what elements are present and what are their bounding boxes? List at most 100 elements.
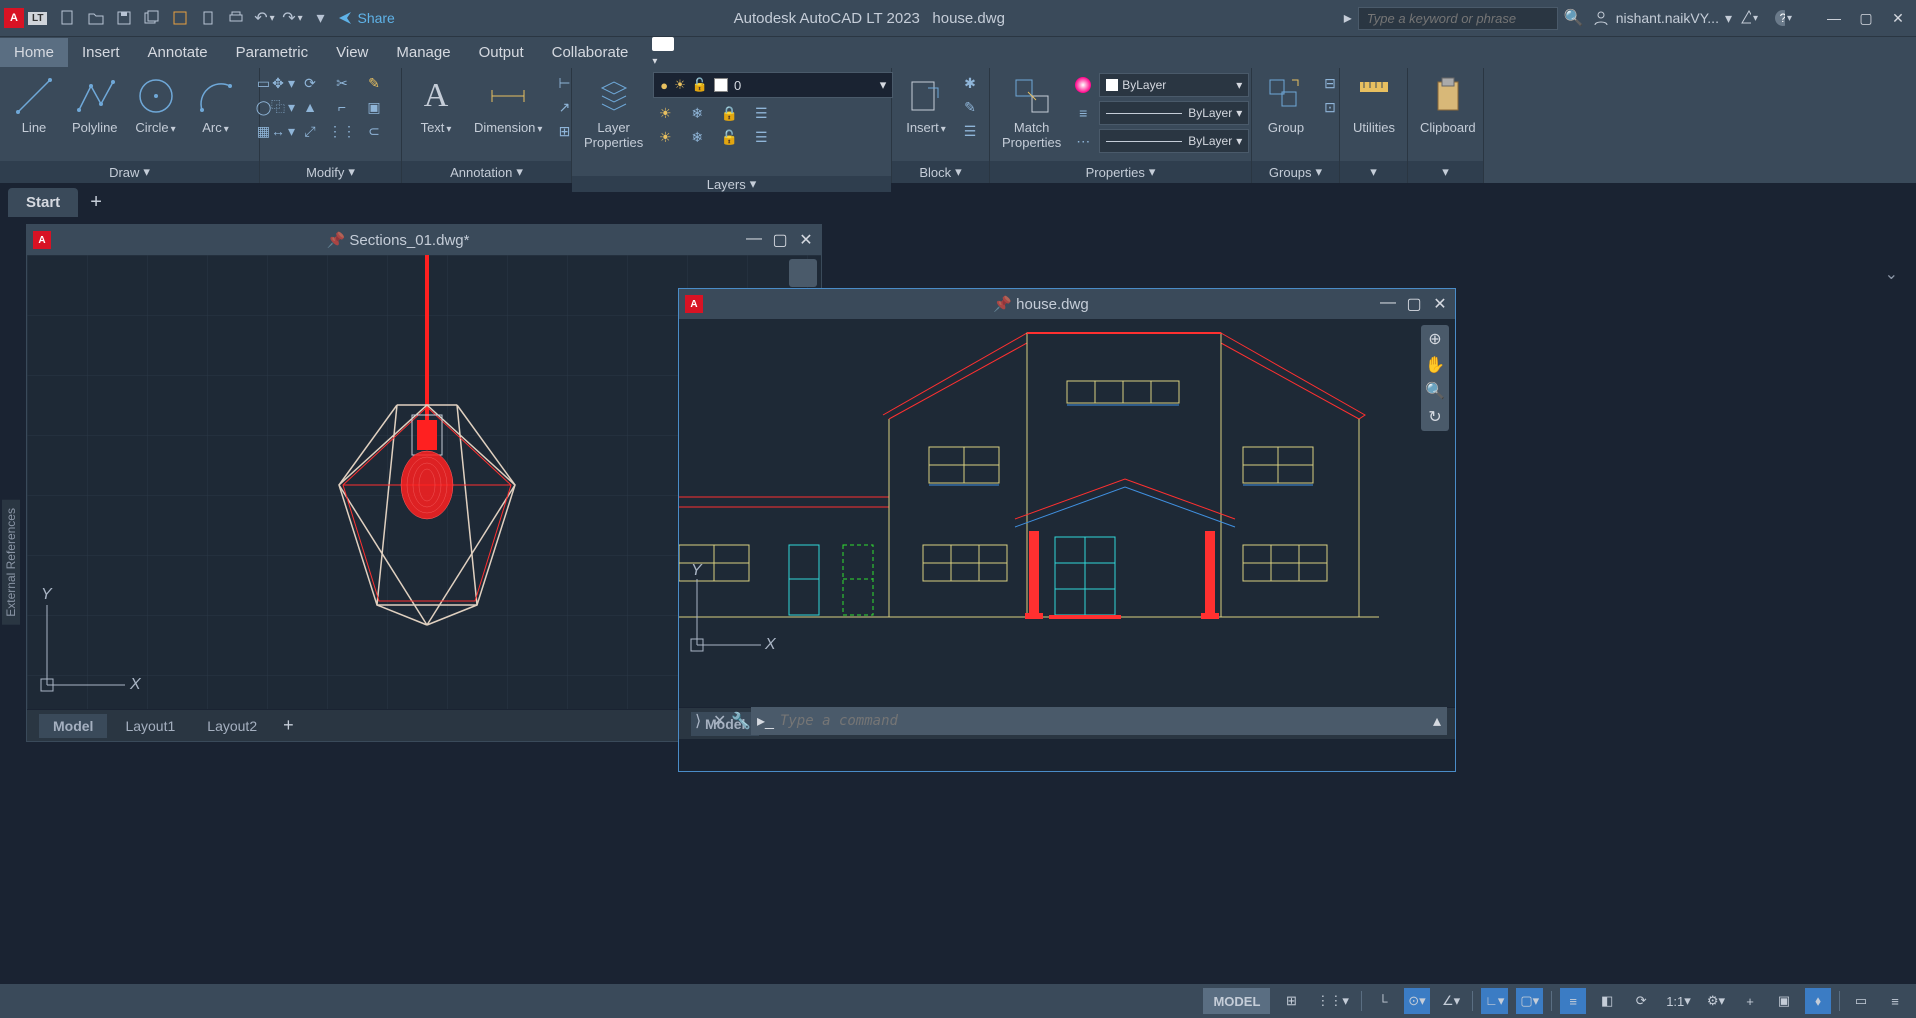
minimize-button[interactable]: —	[1820, 8, 1848, 28]
panel-title-annotation[interactable]: Annotation▾	[402, 161, 571, 183]
ungroup-icon[interactable]: ⊟	[1318, 72, 1342, 94]
status-gear-icon[interactable]: ⚙▾	[1703, 988, 1729, 1014]
status-transparency-icon[interactable]: ◧	[1594, 988, 1620, 1014]
lineweight-dropdown[interactable]: ByLayer▾	[1099, 101, 1249, 125]
status-polar-icon[interactable]: ⊙▾	[1404, 988, 1430, 1014]
command-line[interactable]: ⟩ ✕ 🔧 ▸_ ▴	[751, 707, 1447, 735]
tab-insert[interactable]: Insert	[68, 38, 134, 67]
status-otrack-icon[interactable]: ▢▾	[1516, 988, 1543, 1014]
status-ortho-icon[interactable]: └	[1370, 988, 1396, 1014]
layer-dropdown[interactable]: ● ☀ 🔓 0 ▾	[653, 72, 893, 98]
lineweight-icon[interactable]: ≡	[1071, 102, 1095, 124]
status-lwt-icon[interactable]: ≡	[1560, 988, 1586, 1014]
color-dropdown[interactable]: ByLayer▾	[1099, 73, 1249, 97]
tab-parametric[interactable]: Parametric	[222, 38, 323, 67]
tab-output[interactable]: Output	[465, 38, 538, 67]
command-input[interactable]	[780, 713, 1427, 729]
layer-unlock-icon[interactable]: 🔓	[717, 126, 741, 148]
search-input[interactable]	[1358, 7, 1558, 30]
color-wheel-icon[interactable]	[1071, 74, 1095, 96]
tab-featured[interactable]: ▾	[642, 33, 684, 72]
undo-icon[interactable]: ↶	[255, 9, 273, 27]
doc-max-button[interactable]: ▢	[771, 230, 789, 250]
layout-tab-layout1[interactable]: Layout1	[111, 714, 189, 738]
status-clean-icon[interactable]: ▭	[1848, 988, 1874, 1014]
panel-title-utilities[interactable]: ▾	[1340, 161, 1407, 183]
doc-max-button[interactable]: ▢	[1405, 294, 1423, 314]
mirror-icon[interactable]: ▲	[298, 96, 322, 118]
layer-off-icon[interactable]: ☀	[653, 102, 677, 124]
panel-title-block[interactable]: Block▾	[892, 161, 989, 183]
open-web-icon[interactable]	[171, 9, 189, 27]
erase-icon[interactable]: ✎	[362, 72, 386, 94]
status-quickprops-icon[interactable]: ▣	[1771, 988, 1797, 1014]
explode-icon[interactable]: ▣	[362, 96, 386, 118]
trim-icon[interactable]: ✂	[330, 72, 354, 94]
layer-lock-icon[interactable]: 🔒	[717, 102, 741, 124]
canvas-house[interactable]: XY ⊕ ✋ 🔍 ↻	[679, 319, 1455, 707]
status-custom-icon[interactable]: ≡	[1882, 988, 1908, 1014]
status-snap-icon[interactable]: ⋮⋮▾	[1312, 988, 1353, 1014]
save-all-icon[interactable]	[143, 9, 161, 27]
stretch-icon[interactable]: ↔	[266, 120, 290, 142]
status-cycle-icon[interactable]: ⟳	[1628, 988, 1654, 1014]
share-button[interactable]: Share	[337, 10, 394, 26]
dimension-tool[interactable]: Dimension	[468, 72, 548, 137]
polyline-tool[interactable]: Polyline	[66, 72, 124, 137]
rotate-icon[interactable]: ⟳	[298, 72, 322, 94]
insert-tool[interactable]: Insert	[898, 72, 954, 137]
cmd-close-icon[interactable]: ⟩	[695, 711, 701, 731]
layer-properties-tool[interactable]: LayerProperties	[578, 72, 649, 152]
group-edit-icon[interactable]: ⊡	[1318, 96, 1342, 118]
search-icon[interactable]: 🔍	[1564, 8, 1584, 28]
panel-title-properties[interactable]: Properties▾	[990, 161, 1251, 183]
array-icon[interactable]: ⋮⋮	[330, 120, 354, 142]
filetab-start[interactable]: Start	[8, 188, 78, 217]
nav-orbit-icon[interactable]: ↻	[1428, 407, 1441, 427]
scale-icon[interactable]: ⤢	[298, 120, 322, 142]
move-icon[interactable]: ✥	[266, 72, 290, 94]
edit-block-icon[interactable]: ✎	[958, 96, 982, 118]
save-web-icon[interactable]	[199, 9, 217, 27]
panel-title-groups[interactable]: Groups▾	[1252, 161, 1339, 183]
text-tool[interactable]: AText	[408, 72, 464, 137]
filetab-add[interactable]: +	[82, 191, 110, 214]
cmd-history-icon[interactable]: ▴	[1433, 711, 1441, 731]
layer-thaw-icon[interactable]: ❄	[685, 126, 709, 148]
fillet-icon[interactable]: ⌐	[330, 96, 354, 118]
nav-bar[interactable]: ⊕ ✋ 🔍 ↻	[1421, 325, 1449, 431]
status-osnap-icon[interactable]: ∟▾	[1481, 988, 1508, 1014]
offset-icon[interactable]: ⊂	[362, 120, 386, 142]
layout-add-button[interactable]: +	[275, 715, 302, 736]
layout-tab-model[interactable]: Model	[39, 714, 107, 738]
help-icon[interactable]: ?	[1774, 9, 1792, 27]
search-play-icon[interactable]: ▸	[1344, 8, 1352, 28]
status-grid-icon[interactable]: ⊞	[1278, 988, 1304, 1014]
user-menu[interactable]: nishant.naikVY...▾	[1592, 9, 1732, 27]
create-block-icon[interactable]: ✱	[958, 72, 982, 94]
doc-min-button[interactable]: —	[1379, 294, 1397, 314]
close-button[interactable]: ✕	[1884, 8, 1912, 28]
panel-collapse-icon[interactable]: ⌄	[1885, 264, 1898, 284]
utilities-tool[interactable]: Utilities	[1346, 72, 1402, 137]
layer-freeze-icon[interactable]: ❄	[685, 102, 709, 124]
nav-wheel-icon[interactable]: ⊕	[1428, 329, 1441, 349]
layout-tab-layout2[interactable]: Layout2	[193, 714, 271, 738]
status-annoscale-icon[interactable]: 1:1▾	[1662, 988, 1695, 1014]
panel-title-draw[interactable]: Draw▾	[0, 161, 259, 183]
layer-match-icon[interactable]: ☰	[749, 102, 773, 124]
viewcube[interactable]	[789, 259, 817, 287]
status-plus-icon[interactable]: +	[1737, 988, 1763, 1014]
clipboard-tool[interactable]: Clipboard	[1414, 72, 1482, 137]
redo-icon[interactable]: ↷	[283, 9, 301, 27]
layer-current-icon[interactable]: ☰	[749, 126, 773, 148]
match-properties-tool[interactable]: MatchProperties	[996, 72, 1067, 152]
tab-annotate[interactable]: Annotate	[134, 38, 222, 67]
panel-title-modify[interactable]: Modify▾	[260, 161, 401, 183]
status-model-space[interactable]: MODEL	[1203, 988, 1270, 1014]
panel-title-layers[interactable]: Layers▾	[572, 176, 891, 192]
line-tool[interactable]: Line	[6, 72, 62, 137]
group-tool[interactable]: Group	[1258, 72, 1314, 137]
new-icon[interactable]	[59, 9, 77, 27]
linetype-dropdown[interactable]: ByLayer▾	[1099, 129, 1249, 153]
